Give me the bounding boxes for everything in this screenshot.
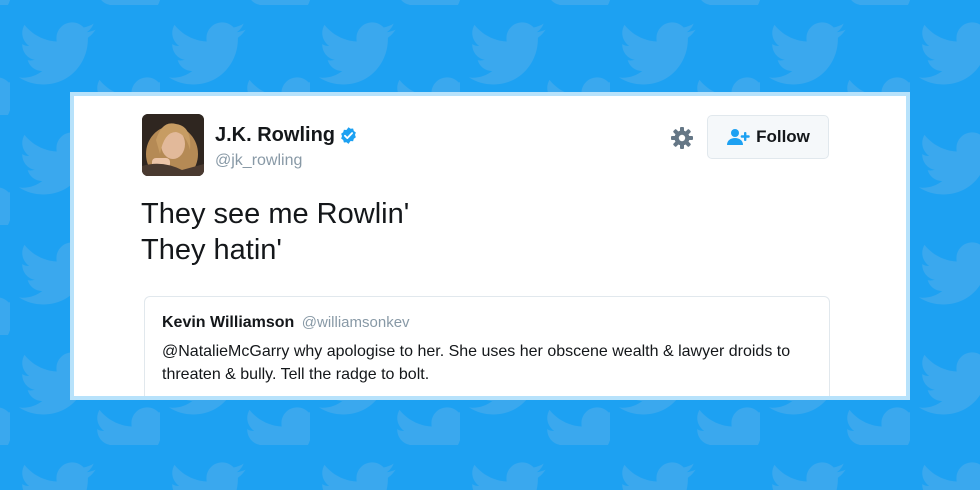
- quoted-author-name: Kevin Williamson: [162, 314, 295, 331]
- follow-button[interactable]: Follow: [707, 115, 829, 159]
- follow-label: Follow: [756, 127, 810, 146]
- tweet-card: J.K. Rowling @jk_rowling Follow They see…: [70, 92, 910, 400]
- tweet-line: They see me Rowlin': [141, 198, 410, 230]
- author-name-row: J.K. Rowling: [215, 124, 358, 147]
- quoted-tweet-header: Kevin Williamson @williamsonkev: [162, 314, 812, 332]
- author-display-name[interactable]: J.K. Rowling: [215, 124, 335, 147]
- verified-badge-icon: [341, 127, 356, 144]
- quoted-author-handle: @williamsonkev: [301, 314, 410, 331]
- author-handle[interactable]: @jk_rowling: [215, 152, 302, 170]
- add-user-icon: [727, 129, 750, 145]
- avatar-photo: [142, 114, 204, 176]
- avatar[interactable]: [142, 114, 204, 176]
- tweet-text: They see me Rowlin' They hatin': [141, 196, 409, 268]
- quoted-tweet-text: @NatalieMcGarry why apologise to her. Sh…: [162, 343, 791, 383]
- quoted-tweet[interactable]: Kevin Williamson @williamsonkev @Natalie…: [144, 296, 830, 396]
- tweet-line: They hatin': [141, 234, 282, 266]
- gear-icon[interactable]: [670, 126, 694, 150]
